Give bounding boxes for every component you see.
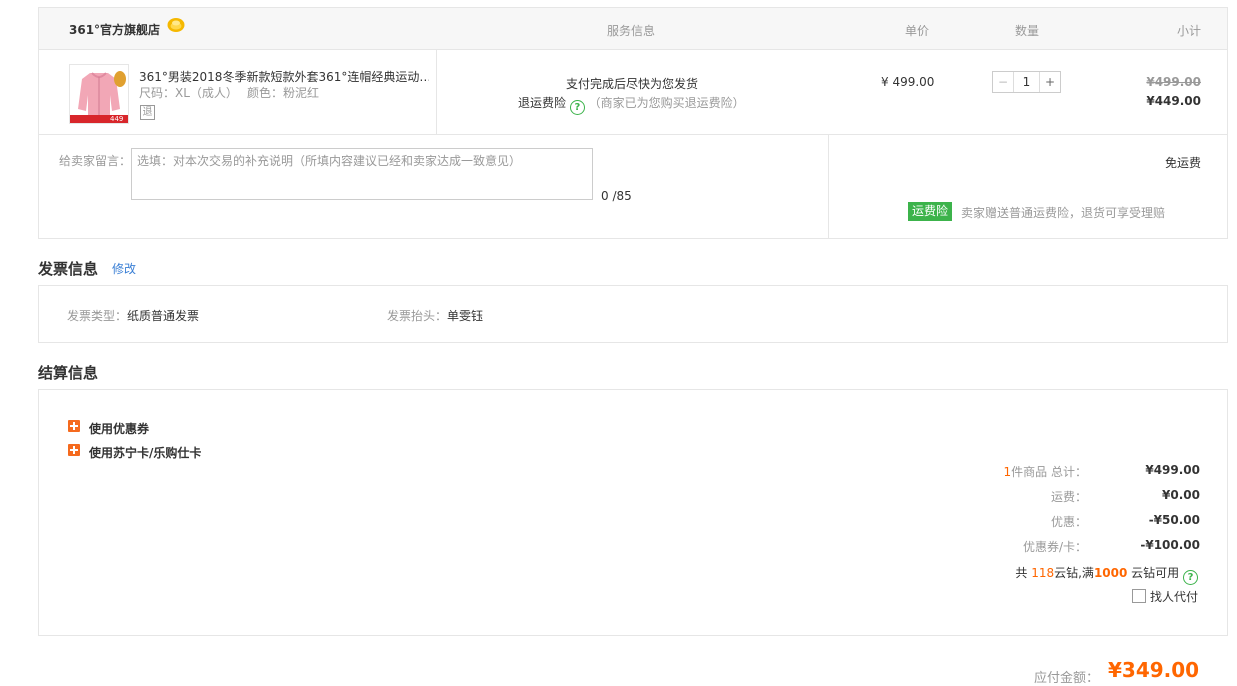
discount-label: 优惠： bbox=[1050, 515, 1087, 529]
message-counter: 0 /85 bbox=[601, 189, 632, 203]
use-card-toggle[interactable]: 使用苏宁卡/乐购仕卡 bbox=[89, 444, 201, 461]
freight-insurance-badge: 运费险 bbox=[908, 202, 952, 221]
qty-plus-button[interactable]: + bbox=[1040, 72, 1060, 92]
original-subtotal: ¥499.00 bbox=[1146, 75, 1201, 89]
insurance-line: 退运费险 ? （商家已为您购买退运费险） bbox=[518, 94, 745, 115]
header-quantity: 数量 bbox=[1015, 24, 1040, 38]
payable-label: 应付金额： bbox=[1034, 671, 1100, 686]
quantity-stepper[interactable]: − 1 + bbox=[992, 71, 1061, 93]
freight-label: 运费： bbox=[1050, 490, 1087, 504]
store-badge-icon bbox=[167, 17, 185, 33]
discount-value: -¥50.00 bbox=[1148, 513, 1200, 527]
diamond-prefix: 共 bbox=[1015, 566, 1032, 580]
item-divider bbox=[436, 49, 437, 134]
proxy-pay-label[interactable]: 找人代付 bbox=[1150, 588, 1198, 605]
shipping-divider bbox=[828, 135, 829, 239]
payable-amount: ¥349.00 bbox=[1108, 658, 1200, 682]
message-row-divider bbox=[39, 134, 1227, 135]
cloud-diamond-line: 共 118云钻,满1000 云钻可用 ? bbox=[1015, 564, 1198, 585]
invoice-type: 发票类型：纸质普通发票 bbox=[67, 307, 199, 324]
expand-card-icon[interactable] bbox=[68, 444, 80, 456]
settlement-section-title: 结算信息 bbox=[38, 364, 99, 382]
product-size: 尺码：XL（成人） bbox=[139, 86, 238, 100]
service-line1: 支付完成后尽快为您发货 bbox=[566, 77, 699, 91]
product-title[interactable]: 361°男装2018冬季新款短款外套361°连帽经典运动… bbox=[139, 68, 429, 85]
diamond-suffix: 云钻可用 bbox=[1127, 566, 1180, 580]
return-badge: 退 bbox=[140, 105, 155, 120]
invoice-edit-link[interactable]: 修改 bbox=[112, 260, 136, 277]
total-label: 1件商品 总计： bbox=[1004, 463, 1087, 480]
store-name[interactable]: 361°官方旗舰店 bbox=[69, 21, 160, 38]
use-coupon-toggle[interactable]: 使用优惠券 bbox=[89, 420, 149, 437]
insurance-label: 退运费险 bbox=[518, 96, 567, 110]
diamond-help-icon[interactable]: ? bbox=[1183, 570, 1198, 585]
invoice-header-value: 单雯钰 bbox=[447, 309, 484, 323]
diamond-count: 118 bbox=[1031, 566, 1055, 580]
qty-input[interactable]: 1 bbox=[1013, 72, 1040, 92]
insurance-help-icon[interactable]: ? bbox=[569, 100, 585, 115]
invoice-header: 发票抬头：单雯钰 bbox=[387, 307, 483, 324]
free-shipping-label: 免运费 bbox=[1164, 156, 1201, 170]
diamond-mid: 云钻,满 bbox=[1054, 566, 1094, 580]
diamond-threshold: 1000 bbox=[1093, 566, 1128, 580]
thumb-caption: 449 bbox=[110, 115, 124, 123]
header-service: 服务信息 bbox=[607, 24, 656, 38]
proxy-pay-checkbox[interactable] bbox=[1132, 589, 1146, 603]
header-subtotal: 小计 bbox=[1177, 24, 1202, 38]
message-input[interactable]: 选填：对本次交易的补充说明（所填内容建议已经和卖家达成一致意见） bbox=[131, 148, 593, 200]
product-color: 颜色：粉泥红 bbox=[247, 86, 320, 100]
qty-minus-button[interactable]: − bbox=[993, 72, 1013, 92]
insurance-note: （商家已为您购买退运费险） bbox=[588, 96, 745, 110]
unit-price: ¥ 499.00 bbox=[881, 75, 935, 89]
coupon-card-label: 优惠券/卡： bbox=[1022, 540, 1087, 554]
product-thumbnail[interactable]: 449 bbox=[69, 64, 129, 124]
message-label: 给卖家留言： bbox=[59, 154, 132, 168]
coupon-card-value: -¥100.00 bbox=[1140, 538, 1200, 552]
freight-insurance-note: 卖家赠送普通运费险，退货可享受理赔 bbox=[961, 206, 1166, 220]
item-subtotal: ¥449.00 bbox=[1146, 94, 1201, 108]
freight-value: ¥0.00 bbox=[1162, 488, 1200, 502]
invoice-header-label: 发票抬头： bbox=[387, 309, 448, 323]
expand-coupon-icon[interactable] bbox=[68, 420, 80, 432]
invoice-section-title: 发票信息 bbox=[38, 260, 99, 278]
header-price: 单价 bbox=[905, 24, 930, 38]
invoice-type-label: 发票类型： bbox=[67, 309, 128, 323]
order-block: 361°官方旗舰店 服务信息 单价 数量 小计 449 361°男装2018冬季… bbox=[38, 7, 1228, 239]
total-value: ¥499.00 bbox=[1145, 463, 1200, 477]
invoice-block: 发票类型：纸质普通发票 发票抬头：单雯钰 bbox=[38, 285, 1228, 343]
item-count-label: 件商品 总计： bbox=[1011, 465, 1087, 479]
invoice-type-value: 纸质普通发票 bbox=[127, 309, 200, 323]
settlement-block: 使用优惠券 使用苏宁卡/乐购仕卡 1件商品 总计： ¥499.00 运费： ¥0… bbox=[38, 389, 1228, 636]
